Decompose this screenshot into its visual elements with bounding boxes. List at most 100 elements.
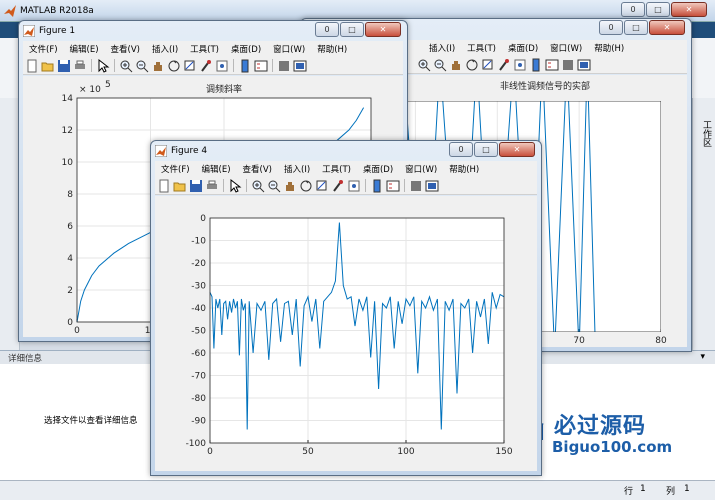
desktop-window-controls: 0 □ ✕: [621, 2, 707, 17]
plot-tools-off-icon[interactable]: [409, 179, 423, 193]
y-tick-label: -70: [191, 372, 206, 382]
zoom-in-icon[interactable]: [417, 58, 431, 72]
figure1-close-button[interactable]: ✕: [365, 22, 401, 37]
details-panel-label: 详细信息: [8, 354, 43, 364]
plot-tools-on-icon[interactable]: [577, 58, 591, 72]
new-file-icon[interactable]: [25, 59, 39, 73]
fig1-menu-item[interactable]: 窗口(W): [267, 43, 311, 55]
x-tick-label: 70: [573, 336, 585, 346]
fig1-menu-item[interactable]: 文件(F): [23, 43, 64, 55]
fig2-menu-item[interactable]: 帮助(H): [588, 42, 630, 54]
zoom-in-icon[interactable]: [119, 59, 133, 73]
fig2-menu-item[interactable]: 窗口(W): [544, 42, 588, 54]
colorbar-icon[interactable]: [370, 179, 384, 193]
workspace-tab[interactable]: 工作区: [697, 120, 711, 147]
zoom-out-icon[interactable]: [135, 59, 149, 73]
fig1-menu-item[interactable]: 帮助(H): [311, 43, 353, 55]
figure2-minimize-button[interactable]: 0: [599, 20, 623, 35]
y-tick-label: 14: [62, 94, 74, 104]
fig2-menu-item[interactable]: 工具(T): [461, 42, 502, 54]
fig2-menu-item[interactable]: 桌面(D): [502, 42, 544, 54]
fig2-menu-item[interactable]: 插入(I): [423, 42, 461, 54]
colorbar-icon[interactable]: [529, 58, 543, 72]
x-tick-label: 0: [74, 326, 80, 336]
save-icon[interactable]: [57, 59, 71, 73]
desktop-maximize-button[interactable]: □: [646, 2, 670, 17]
desktop-close-button[interactable]: ✕: [671, 2, 707, 17]
pan-icon[interactable]: [449, 58, 463, 72]
desktop-minimize-button[interactable]: 0: [621, 2, 645, 17]
figure1-maximize-button[interactable]: □: [340, 22, 364, 37]
rotate-icon[interactable]: [167, 59, 181, 73]
plot-tools-off-icon[interactable]: [277, 59, 291, 73]
figure4-close-button[interactable]: ✕: [499, 142, 535, 157]
link-icon[interactable]: [513, 58, 527, 72]
fig4-menu-item[interactable]: 文件(F): [155, 163, 196, 175]
link-icon[interactable]: [215, 59, 229, 73]
figure1-toolbar: [23, 57, 403, 75]
rotate-icon[interactable]: [299, 179, 313, 193]
data-cursor-icon[interactable]: [481, 58, 495, 72]
open-folder-icon[interactable]: [41, 59, 55, 73]
toolbar-separator: [246, 179, 247, 192]
y-tick-label: -20: [191, 259, 206, 269]
plot-tools-on-icon[interactable]: [425, 179, 439, 193]
legend-icon[interactable]: [545, 58, 559, 72]
arrow-cursor-icon[interactable]: [228, 178, 242, 193]
toolbar-separator: [404, 179, 405, 192]
figure4-canvas: 0 50 100 150 0 -10 -20 -30 -40 -50 -60 -70 -80 -90 -10…: [155, 196, 537, 471]
status-col-value: 1: [684, 484, 690, 494]
zoom-out-icon[interactable]: [267, 179, 281, 193]
zoom-in-icon[interactable]: [251, 179, 265, 193]
colorbar-icon[interactable]: [238, 59, 252, 73]
fig1-menu-item[interactable]: 插入(I): [146, 43, 184, 55]
fig4-menu-item[interactable]: 工具(T): [316, 163, 357, 175]
legend-icon[interactable]: [254, 59, 268, 73]
fig1-menu-item[interactable]: 编辑(E): [64, 43, 105, 55]
data-cursor-icon[interactable]: [315, 179, 329, 193]
watermark-url: Biguo100.com: [552, 438, 673, 456]
figure2-maximize-button[interactable]: □: [624, 20, 648, 35]
pan-icon[interactable]: [283, 179, 297, 193]
chart-title: 调频斜率: [206, 83, 242, 95]
new-file-icon[interactable]: [157, 179, 171, 193]
figure2-close-button[interactable]: ✕: [649, 20, 685, 35]
link-icon[interactable]: [347, 179, 361, 193]
fig1-menu-item[interactable]: 工具(T): [184, 43, 225, 55]
fig1-menu-item[interactable]: 桌面(D): [225, 43, 267, 55]
figure4-window[interactable]: Figure 4 0 □ ✕ 文件(F) 编辑(E) 查看(V) 插入(I) 工具(T)…: [150, 140, 542, 476]
fig4-menu-item[interactable]: 查看(V): [237, 163, 278, 175]
fig4-menu-item[interactable]: 插入(I): [278, 163, 316, 175]
zoom-out-icon[interactable]: [433, 58, 447, 72]
fig1-menu-item[interactable]: 查看(V): [105, 43, 146, 55]
plot-tools-on-icon[interactable]: [293, 59, 307, 73]
toolbar-separator: [223, 179, 224, 192]
brush-icon[interactable]: [331, 179, 345, 193]
x-tick-label: 80: [655, 336, 667, 346]
figure4-title: Figure 4: [171, 146, 208, 156]
figure4-minimize-button[interactable]: 0: [449, 142, 473, 157]
figure4-maximize-button[interactable]: □: [474, 142, 498, 157]
pan-icon[interactable]: [151, 59, 165, 73]
print-icon[interactable]: [73, 59, 87, 73]
y-tick-label: 0: [200, 214, 206, 224]
fig4-menu-item[interactable]: 窗口(W): [399, 163, 443, 175]
watermark-cn: 必过源码: [554, 414, 647, 439]
fig4-menu-item[interactable]: 编辑(E): [196, 163, 237, 175]
data-cursor-icon[interactable]: [183, 59, 197, 73]
figure1-minimize-button[interactable]: 0: [315, 22, 339, 37]
plot-tools-off-icon[interactable]: [561, 58, 575, 72]
figure4-window-controls: 0 □ ✕: [449, 142, 535, 157]
open-folder-icon[interactable]: [173, 179, 187, 193]
details-panel-menu-icon[interactable]: ▾: [700, 352, 705, 362]
rotate-icon[interactable]: [465, 58, 479, 72]
fig4-menu-item[interactable]: 帮助(H): [443, 163, 485, 175]
legend-icon[interactable]: [386, 179, 400, 193]
print-icon[interactable]: [205, 179, 219, 193]
fig4-menu-item[interactable]: 桌面(D): [357, 163, 399, 175]
arrow-cursor-icon[interactable]: [96, 58, 110, 73]
x-tick-label: 100: [397, 447, 414, 457]
save-icon[interactable]: [189, 179, 203, 193]
brush-icon[interactable]: [199, 59, 213, 73]
brush-icon[interactable]: [497, 58, 511, 72]
